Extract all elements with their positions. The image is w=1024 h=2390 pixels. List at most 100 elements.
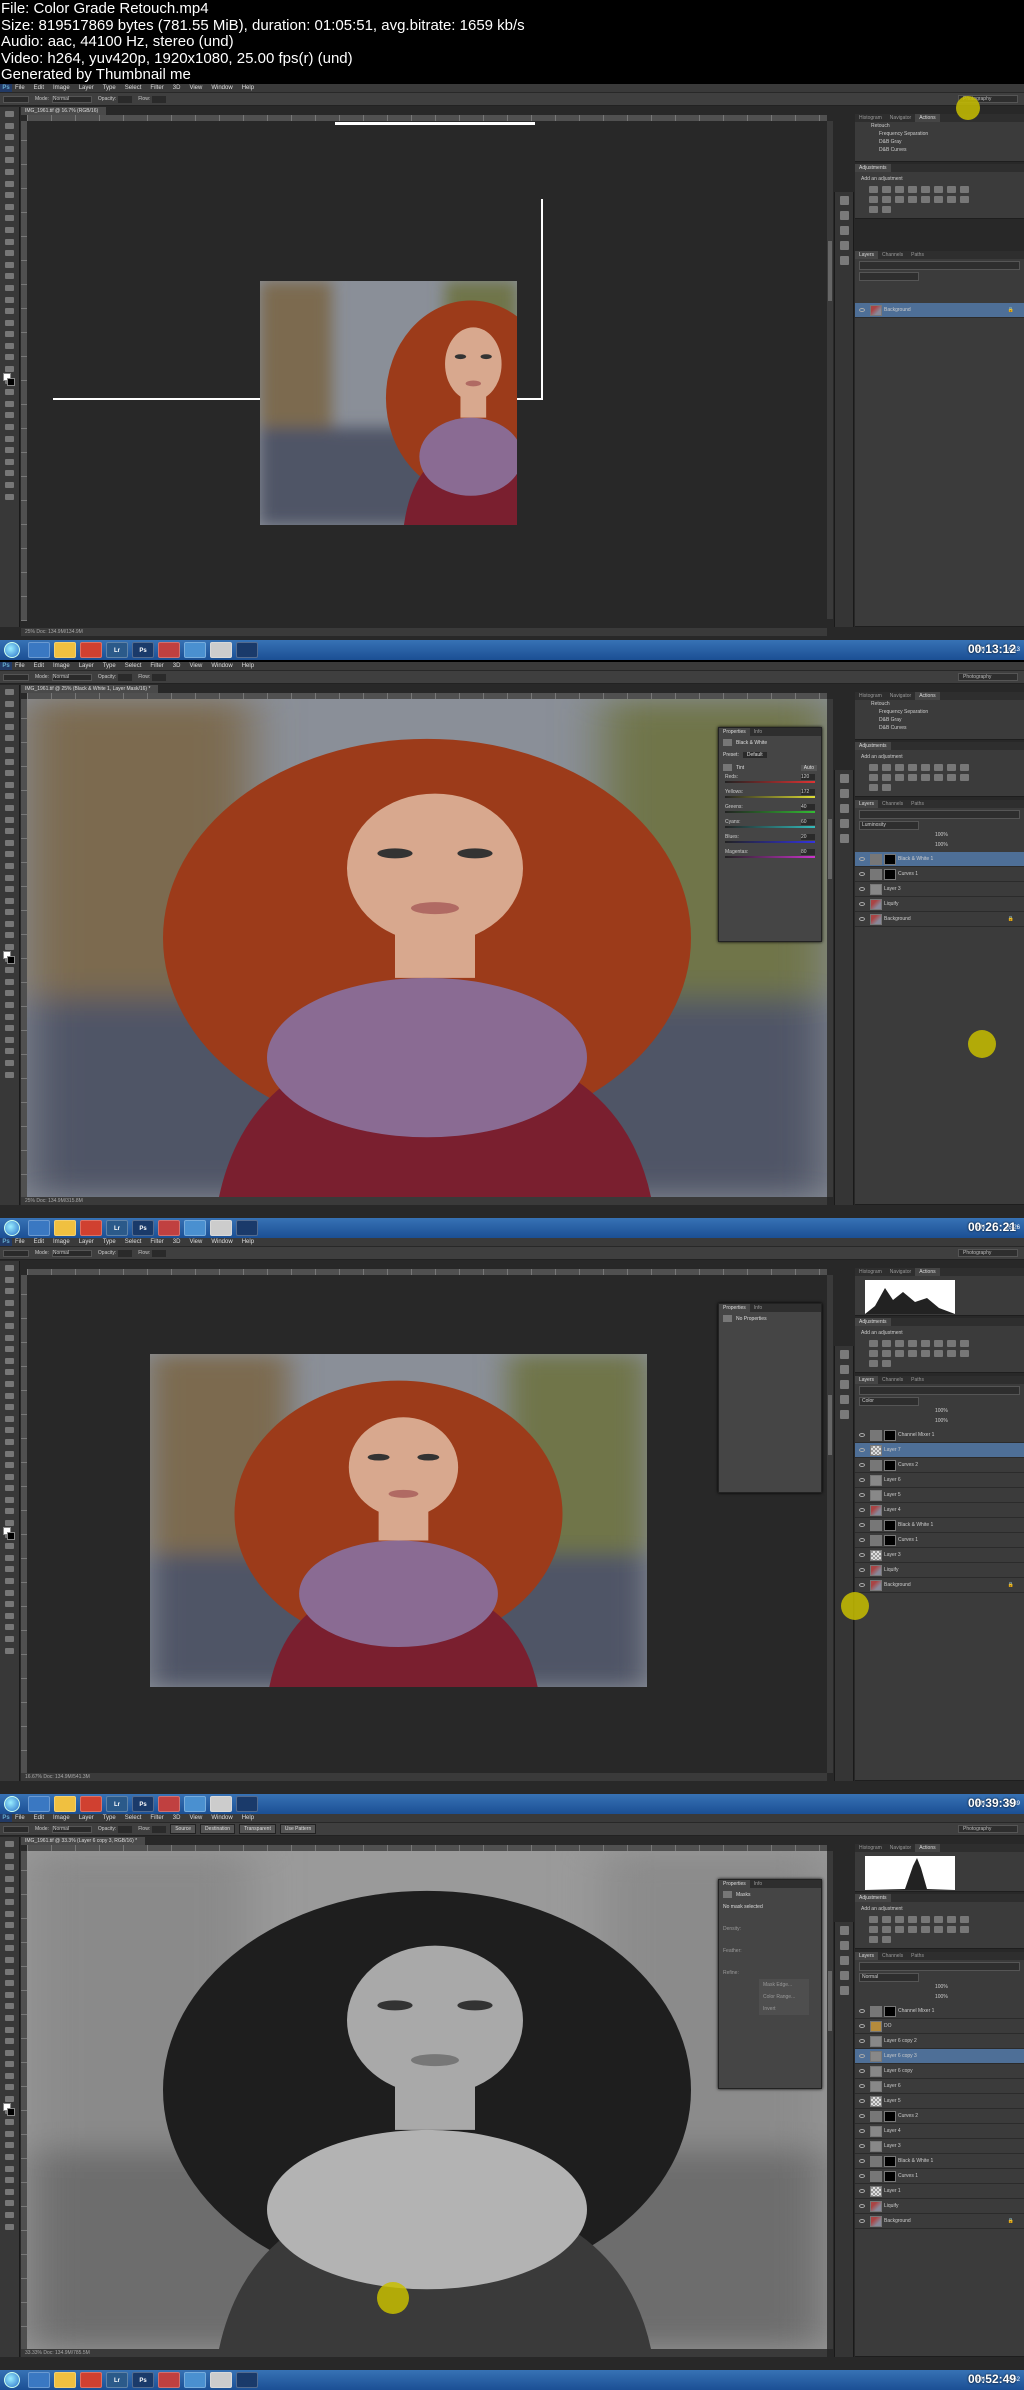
tab-info[interactable]: Info bbox=[750, 728, 766, 736]
slider-value[interactable]: 40 bbox=[801, 804, 815, 810]
tab-info[interactable]: Info bbox=[750, 1304, 766, 1312]
tab-layers[interactable]: Layers bbox=[855, 251, 879, 259]
layer-row[interactable]: Layer 3 bbox=[855, 882, 1024, 897]
adjustment-icon[interactable] bbox=[882, 1360, 891, 1367]
tool-icon[interactable] bbox=[5, 839, 14, 846]
adjustment-icon[interactable] bbox=[921, 1926, 930, 1933]
visibility-eye-icon[interactable] bbox=[859, 2174, 865, 2178]
tool-icon[interactable] bbox=[5, 689, 14, 695]
menu-type[interactable]: Type bbox=[103, 1815, 116, 1821]
tool-icon[interactable] bbox=[5, 2212, 14, 2218]
slider-value[interactable]: 60 bbox=[801, 819, 815, 825]
tool-icon[interactable] bbox=[5, 2130, 14, 2137]
start-button[interactable] bbox=[4, 1796, 20, 1812]
visibility-eye-icon[interactable] bbox=[859, 1463, 865, 1467]
opacity-input[interactable] bbox=[118, 95, 133, 103]
tool-icon[interactable] bbox=[5, 2026, 14, 2033]
menu-filter[interactable]: Filter bbox=[150, 85, 163, 91]
tab-adjustments[interactable]: Adjustments bbox=[855, 1318, 891, 1326]
color-slider[interactable]: Yellows: 172 bbox=[725, 789, 815, 800]
tab-histogram[interactable]: Histogram bbox=[855, 114, 886, 122]
mask-button[interactable]: Invert bbox=[759, 2003, 809, 2015]
scroll-thumb[interactable] bbox=[828, 819, 832, 879]
adjustment-icon[interactable] bbox=[921, 196, 930, 203]
adjustment-icon[interactable] bbox=[934, 1350, 943, 1357]
adjustment-icon[interactable] bbox=[934, 196, 943, 203]
tool-icon[interactable] bbox=[5, 2072, 14, 2079]
menu-help[interactable]: Help bbox=[242, 663, 254, 669]
adjustment-icon[interactable] bbox=[869, 784, 878, 791]
menu-view[interactable]: View bbox=[189, 1239, 202, 1245]
adjustment-icon[interactable] bbox=[947, 196, 956, 203]
panel-toggle-icon[interactable] bbox=[839, 774, 849, 783]
tool-icon[interactable] bbox=[5, 2003, 14, 2010]
tool-icon[interactable] bbox=[5, 1311, 14, 1318]
panel-toggle-icon[interactable] bbox=[839, 804, 849, 813]
flow-input[interactable] bbox=[152, 1249, 167, 1257]
flow-input[interactable] bbox=[152, 673, 167, 681]
tab-actions[interactable]: Actions bbox=[915, 114, 940, 122]
tool-icon[interactable] bbox=[5, 944, 14, 951]
menu-3d[interactable]: 3D bbox=[173, 1239, 181, 1245]
layer-row[interactable]: Layer 4 bbox=[855, 2124, 1024, 2139]
tab-channels[interactable]: Channels bbox=[878, 800, 907, 808]
taskbar-app[interactable] bbox=[54, 1796, 76, 1812]
tool-icon[interactable] bbox=[5, 145, 14, 152]
tool-icon[interactable] bbox=[5, 874, 14, 881]
panel-toggle-icon[interactable] bbox=[839, 1956, 849, 1965]
adjustment-icon[interactable] bbox=[960, 196, 969, 203]
taskbar-app[interactable]: Lr bbox=[106, 2372, 128, 2388]
taskbar-app[interactable] bbox=[210, 642, 232, 658]
taskbar-app[interactable]: Ps bbox=[132, 1220, 154, 1236]
auto-button[interactable]: Auto bbox=[800, 764, 817, 771]
tool-icon[interactable] bbox=[5, 1415, 14, 1422]
visibility-eye-icon[interactable] bbox=[859, 2069, 865, 2073]
visibility-eye-icon[interactable] bbox=[859, 2204, 865, 2208]
tool-icon[interactable] bbox=[5, 1288, 14, 1295]
tool-icon[interactable] bbox=[5, 447, 14, 454]
tab-adjustments[interactable]: Adjustments bbox=[855, 164, 891, 172]
tool-icon[interactable] bbox=[5, 1612, 14, 1619]
tool-icon[interactable] bbox=[5, 1554, 14, 1561]
opacity-input[interactable] bbox=[118, 1825, 133, 1833]
visibility-eye-icon[interactable] bbox=[859, 2159, 865, 2163]
taskbar-app[interactable] bbox=[28, 1796, 50, 1812]
visibility-eye-icon[interactable] bbox=[859, 1433, 865, 1437]
layer-row[interactable]: Curves 2 bbox=[855, 1458, 1024, 1473]
layer-row[interactable]: Layer 4 bbox=[855, 1503, 1024, 1518]
menu-layer[interactable]: Layer bbox=[79, 1239, 94, 1245]
layer-opacity[interactable]: 100% bbox=[935, 1984, 948, 1990]
panel-toggle-icon[interactable] bbox=[839, 1986, 849, 1995]
taskbar-app[interactable] bbox=[28, 2372, 50, 2388]
tool-icon[interactable] bbox=[5, 1956, 14, 1963]
tool-icon[interactable] bbox=[5, 1427, 14, 1434]
tool-icon[interactable] bbox=[5, 482, 14, 488]
tool-icon[interactable] bbox=[5, 250, 14, 257]
tool-icon[interactable] bbox=[5, 1322, 14, 1329]
mode-select[interactable]: Normal bbox=[51, 1825, 92, 1833]
tool-icon[interactable] bbox=[5, 712, 14, 719]
option-usepattern[interactable]: Use Pattern bbox=[279, 1824, 317, 1834]
tab-properties[interactable]: Properties bbox=[719, 1304, 750, 1312]
visibility-eye-icon[interactable] bbox=[859, 1523, 865, 1527]
tab-paths[interactable]: Paths bbox=[907, 800, 928, 808]
tool-icon[interactable] bbox=[5, 1945, 14, 1952]
tool-icon[interactable] bbox=[5, 168, 14, 175]
tab-navigator[interactable]: Navigator bbox=[886, 1844, 915, 1852]
document-tab[interactable]: IMG_1961.tif @ 25% (Black & White 1, Lay… bbox=[21, 685, 159, 693]
tool-icon[interactable] bbox=[5, 700, 14, 707]
visibility-eye-icon[interactable] bbox=[859, 902, 865, 906]
tool-icon[interactable] bbox=[5, 180, 14, 187]
tool-icon[interactable] bbox=[5, 967, 14, 974]
panel-toggle-icon[interactable] bbox=[839, 834, 849, 843]
tool-icon[interactable] bbox=[5, 157, 14, 164]
adjustment-icon[interactable] bbox=[934, 1916, 943, 1923]
tool-icon[interactable] bbox=[5, 215, 14, 222]
tool-icon[interactable] bbox=[5, 2177, 14, 2184]
tool-icon[interactable] bbox=[5, 1636, 14, 1642]
tool-icon[interactable] bbox=[5, 1404, 14, 1411]
tool-icon[interactable] bbox=[5, 2084, 14, 2091]
taskbar-app[interactable] bbox=[184, 2372, 206, 2388]
tool-icon[interactable] bbox=[5, 897, 14, 904]
tab-histogram[interactable]: Histogram bbox=[855, 1844, 886, 1852]
